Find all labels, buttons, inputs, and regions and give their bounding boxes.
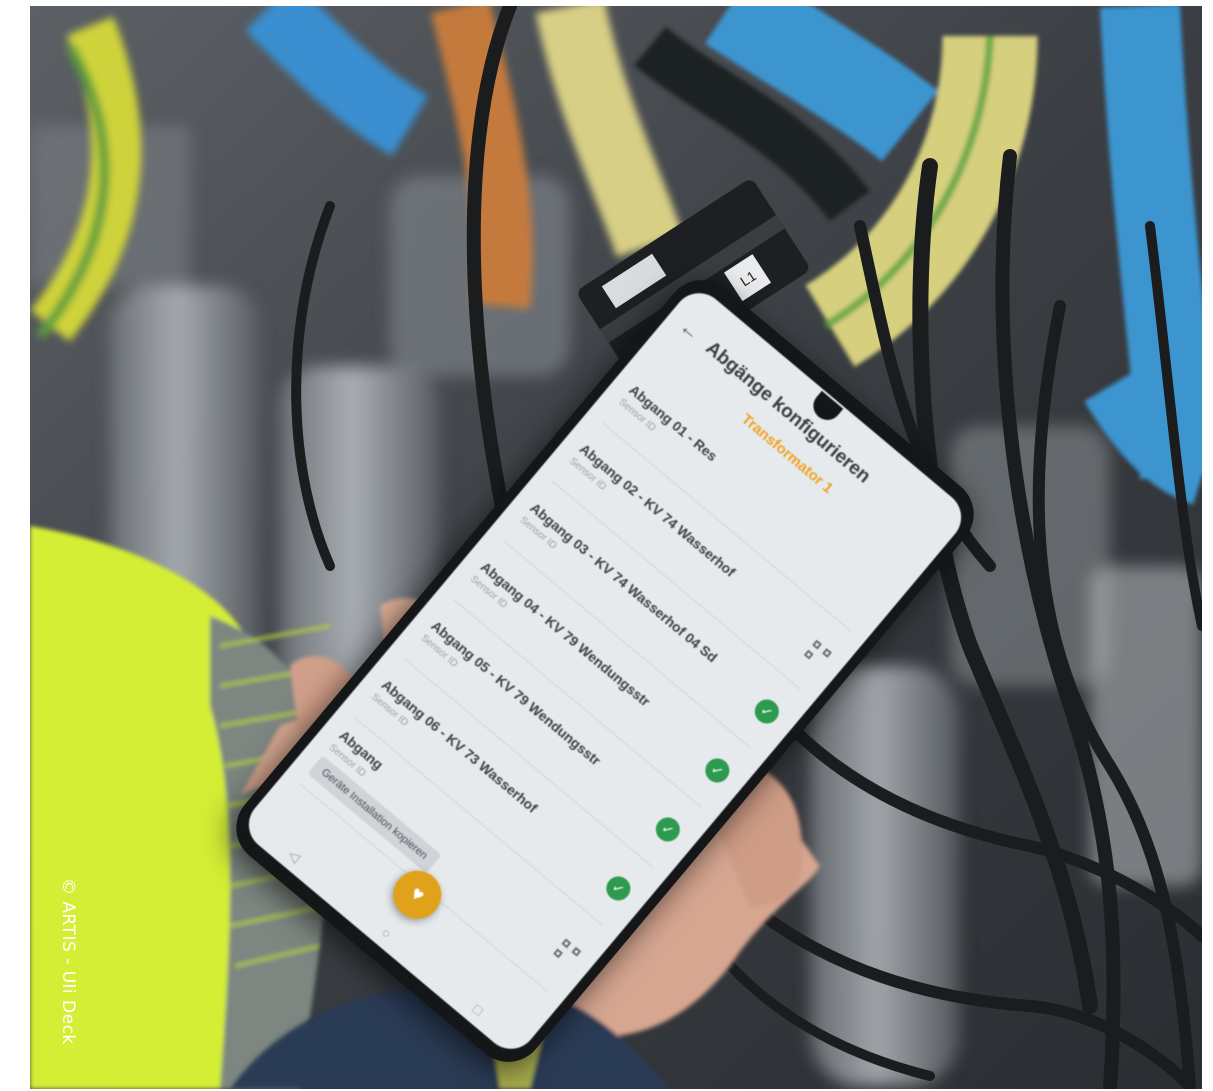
photo: L1 ← Abgänge konfigurieren Transformator… <box>30 6 1202 1089</box>
photo-credit: © ARTIS - Uli Deck <box>58 878 78 1045</box>
nav-recents-icon[interactable]: □ <box>469 1001 487 1019</box>
nav-back-icon[interactable]: ◁ <box>285 846 304 866</box>
copy-installation-button[interactable]: Geräte Installation kopieren <box>307 755 442 874</box>
back-arrow-icon[interactable]: ← <box>675 316 704 346</box>
nav-home-icon[interactable]: ○ <box>378 924 395 942</box>
